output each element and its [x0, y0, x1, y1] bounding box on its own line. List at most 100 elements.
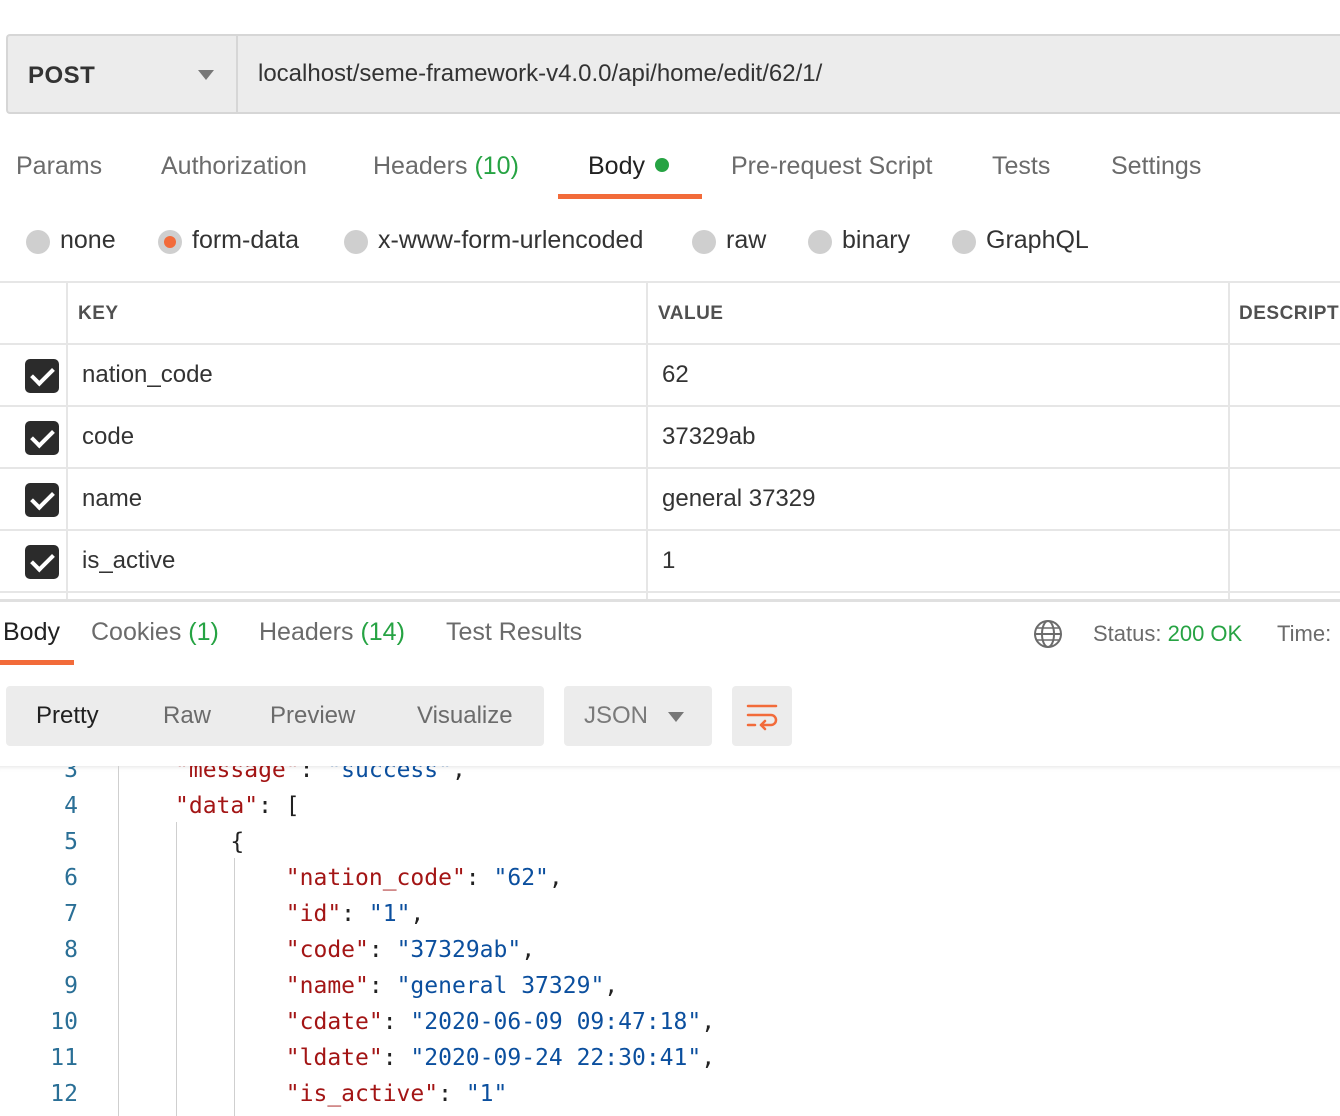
- line-number: 5: [64, 829, 78, 855]
- json-key: "ldate": [175, 1045, 383, 1071]
- response-tab-headers[interactable]: Headers (14): [259, 618, 405, 647]
- code-line: 5 {: [0, 824, 1340, 860]
- column-divider[interactable]: [646, 283, 648, 599]
- param-key-cell[interactable]: nation_code: [82, 361, 213, 389]
- radio-selected-icon: [158, 230, 182, 254]
- code-line: 3 "message": "success",: [0, 766, 1340, 788]
- json-string: "1": [465, 1081, 508, 1107]
- method-select[interactable]: POST: [8, 36, 238, 112]
- view-raw-button[interactable]: Raw: [163, 702, 211, 730]
- param-key-cell[interactable]: code: [82, 423, 134, 451]
- code-text: "id": "1",: [175, 896, 425, 932]
- line-number: 6: [64, 865, 78, 891]
- json-string: "37329ab": [396, 937, 522, 963]
- postman-window: POST localhost/seme-framework-v4.0.0/api…: [0, 0, 1340, 1116]
- gutter-guide: [118, 766, 119, 1116]
- checkbox-checked-icon[interactable]: [25, 421, 59, 455]
- request-url-bar: POST localhost/seme-framework-v4.0.0/api…: [6, 34, 1340, 114]
- line-number: 12: [50, 1081, 78, 1107]
- checkbox-checked-icon[interactable]: [25, 359, 59, 393]
- tab-params[interactable]: Params: [16, 152, 102, 181]
- code-text: "data": [: [175, 788, 300, 824]
- response-tab-cookies[interactable]: Cookies (1): [91, 618, 219, 647]
- json-punctuation: ,: [521, 937, 536, 963]
- json-punctuation: ,: [604, 973, 619, 999]
- view-visualize-button[interactable]: Visualize: [417, 702, 513, 730]
- json-punctuation: :: [299, 766, 328, 783]
- pane-resize-handle[interactable]: [0, 599, 1340, 602]
- active-tab-indicator: [558, 194, 702, 199]
- json-key: "is_active": [175, 1081, 439, 1107]
- json-key: "id": [175, 901, 342, 927]
- json-punctuation: {: [175, 829, 245, 855]
- code-lines: 3 "message": "success", 4 "data": [5 {6 "na…: [0, 766, 1340, 1112]
- tab-tests[interactable]: Tests: [992, 152, 1050, 181]
- wrap-lines-button[interactable]: [732, 686, 792, 746]
- tab-prerequest-script[interactable]: Pre-request Script: [731, 152, 932, 181]
- radio-icon: [344, 230, 368, 254]
- code-text: "name": "general 37329",: [175, 968, 618, 1004]
- status-label: Status:: [1093, 621, 1162, 646]
- line-number: 4: [64, 793, 78, 819]
- response-tab-body[interactable]: Body: [3, 618, 60, 647]
- param-value-cell[interactable]: 62: [662, 361, 689, 389]
- column-header-description: DESCRIPTI: [1239, 303, 1340, 324]
- code-line: 11 "ldate": "2020-09-24 22:30:41",: [0, 1040, 1340, 1076]
- response-tab-test-results[interactable]: Test Results: [446, 618, 582, 647]
- json-key: "data": [175, 793, 259, 819]
- body-type-label: raw: [726, 226, 767, 254]
- line-number: 3: [64, 766, 78, 783]
- tab-authorization[interactable]: Authorization: [161, 152, 307, 181]
- chevron-down-icon: [668, 712, 684, 722]
- globe-icon[interactable]: [1033, 619, 1063, 649]
- url-input[interactable]: localhost/seme-framework-v4.0.0/api/home…: [258, 60, 822, 88]
- code-line: 9 "name": "general 37329",: [0, 968, 1340, 1004]
- table-header-row: KEY VALUE DESCRIPTI: [0, 283, 1340, 345]
- response-body-viewer[interactable]: 3 "message": "success", 4 "data": [5 {6 "na…: [0, 766, 1340, 1116]
- param-key-cell[interactable]: is_active: [82, 547, 175, 575]
- wrap-lines-icon: [746, 704, 778, 731]
- json-key: "cdate": [175, 1009, 383, 1035]
- param-value-cell[interactable]: general 37329: [662, 485, 815, 513]
- table-row: is_active 1: [0, 531, 1340, 593]
- json-punctuation: ,: [701, 1045, 716, 1071]
- column-divider: [66, 283, 68, 599]
- tab-settings[interactable]: Settings: [1111, 152, 1201, 181]
- status-value[interactable]: 200 OK: [1168, 621, 1243, 646]
- line-number: 11: [50, 1045, 78, 1071]
- body-active-dot-icon: [654, 158, 669, 172]
- json-punctuation: :: [465, 865, 494, 891]
- view-preview-button[interactable]: Preview: [270, 702, 355, 730]
- json-string: "1": [368, 901, 411, 927]
- column-divider[interactable]: [1228, 283, 1230, 599]
- code-text: "code": "37329ab",: [175, 932, 535, 968]
- tab-body[interactable]: Body: [588, 152, 669, 181]
- json-punctuation: :: [382, 1009, 411, 1035]
- code-text: "is_active": "1": [175, 1076, 508, 1112]
- param-value-cell[interactable]: 37329ab: [662, 423, 755, 451]
- json-punctuation: :: [382, 1045, 411, 1071]
- json-key: "code": [175, 937, 369, 963]
- indent-guide: [234, 858, 235, 1116]
- code-line: 4 "data": [: [0, 788, 1340, 824]
- code-line: 12 "is_active": "1": [0, 1076, 1340, 1112]
- param-key-cell[interactable]: name: [82, 485, 142, 513]
- status-indicator: Status: 200 OK: [1093, 621, 1242, 647]
- json-key: "message": [175, 766, 300, 783]
- checkbox-checked-icon[interactable]: [25, 483, 59, 517]
- json-string: "general 37329": [396, 973, 605, 999]
- json-punctuation: :: [368, 973, 397, 999]
- radio-icon: [692, 230, 716, 254]
- param-value-cell[interactable]: 1: [662, 547, 675, 575]
- format-select[interactable]: JSON: [564, 686, 712, 746]
- line-number: 9: [64, 973, 78, 999]
- tab-body-label: Body: [588, 152, 645, 180]
- code-line: 6 "nation_code": "62",: [0, 860, 1340, 896]
- response-active-tab-indicator: [0, 660, 74, 665]
- checkbox-checked-icon[interactable]: [25, 545, 59, 579]
- json-string: "success": [327, 766, 452, 783]
- view-mode-group: Pretty Raw Preview Visualize: [6, 686, 544, 746]
- indent-guide: [176, 822, 177, 1116]
- view-pretty-button[interactable]: Pretty: [36, 702, 99, 730]
- tab-headers[interactable]: Headers (10): [373, 152, 519, 181]
